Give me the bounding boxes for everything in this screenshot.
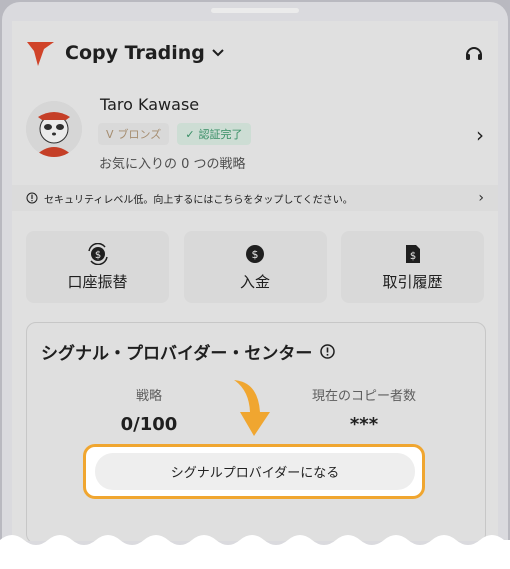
check-icon: ✓ <box>185 127 195 141</box>
bronze-v-icon: V <box>106 127 114 141</box>
user-badges: V ブロンズ ✓ 認証完了 <box>98 123 251 145</box>
bronze-badge: V ブロンズ <box>98 123 170 145</box>
device-notch <box>211 8 299 13</box>
history-icon: $ <box>405 244 420 263</box>
info-icon <box>26 192 38 204</box>
app-title-dropdown[interactable]: Copy Trading <box>65 42 225 64</box>
quick-actions: $ 口座振替 $ 入金 $ 取引履歴 <box>26 231 484 303</box>
transfer-button[interactable]: $ 口座振替 <box>26 231 169 303</box>
info-icon[interactable] <box>320 344 336 359</box>
security-banner[interactable]: セキュリティレベル低。向上するにはこちらをタップしてください。 › <box>12 185 498 211</box>
strategies-value: 0/100 <box>120 414 178 435</box>
brand-logo-icon <box>27 42 54 66</box>
svg-text:$: $ <box>94 250 100 261</box>
deposit-button[interactable]: $ 入金 <box>183 231 327 303</box>
chevron-down-icon <box>212 49 224 57</box>
headset-support-icon[interactable] <box>464 44 484 64</box>
strategies-label: 戦略 <box>135 389 162 404</box>
svg-text:$: $ <box>252 248 259 261</box>
app-title: Copy Trading <box>65 42 205 64</box>
become-signal-provider-button[interactable]: シグナルプロバイダーになる <box>95 453 415 490</box>
verified-badge: ✓ 認証完了 <box>177 123 251 145</box>
transfer-label: 口座振替 <box>67 272 128 291</box>
avatar <box>26 101 82 157</box>
signal-center-title: シグナル・プロバイダー・センター <box>41 344 313 364</box>
copiers-stat: 現在のコピー者数 *** <box>289 385 439 435</box>
security-banner-text: セキュリティレベル低。向上するにはこちらをタップしてください。 <box>44 194 353 206</box>
copiers-value: *** <box>349 414 379 435</box>
pointer-arrow-icon <box>234 380 270 436</box>
history-button[interactable]: $ 取引履歴 <box>341 231 484 303</box>
svg-text:$: $ <box>409 251 415 262</box>
copiers-label: 現在のコピー者数 <box>311 389 416 404</box>
user-name: Taro Kawase <box>100 95 200 114</box>
chevron-right-icon: › <box>476 123 484 147</box>
bronze-badge-label: ブロンズ <box>117 128 162 141</box>
strategies-stat: 戦略 0/100 <box>89 385 209 435</box>
deposit-icon: $ <box>246 244 264 263</box>
deposit-label: 入金 <box>239 272 270 291</box>
favorites-count: お気に入りの 0 つの戦略 <box>99 157 246 172</box>
chevron-right-icon: › <box>478 190 484 206</box>
panda-avatar-icon <box>26 101 82 157</box>
profile-section[interactable]: Taro Kawase V ブロンズ ✓ 認証完了 お気に入りの 0 つの戦略 … <box>12 89 498 199</box>
app-header: Copy Trading <box>12 21 498 87</box>
transfer-icon: $ <box>87 242 108 265</box>
phone-frame: Copy Trading Taro Kawase V ブロンズ ✓ 認証完了 お… <box>0 0 510 569</box>
torn-edge-divider <box>0 535 510 569</box>
history-label: 取引履歴 <box>382 272 443 291</box>
card-title: シグナル・プロバイダー・センター <box>41 339 336 364</box>
verified-badge-label: 認証完了 <box>198 128 243 141</box>
